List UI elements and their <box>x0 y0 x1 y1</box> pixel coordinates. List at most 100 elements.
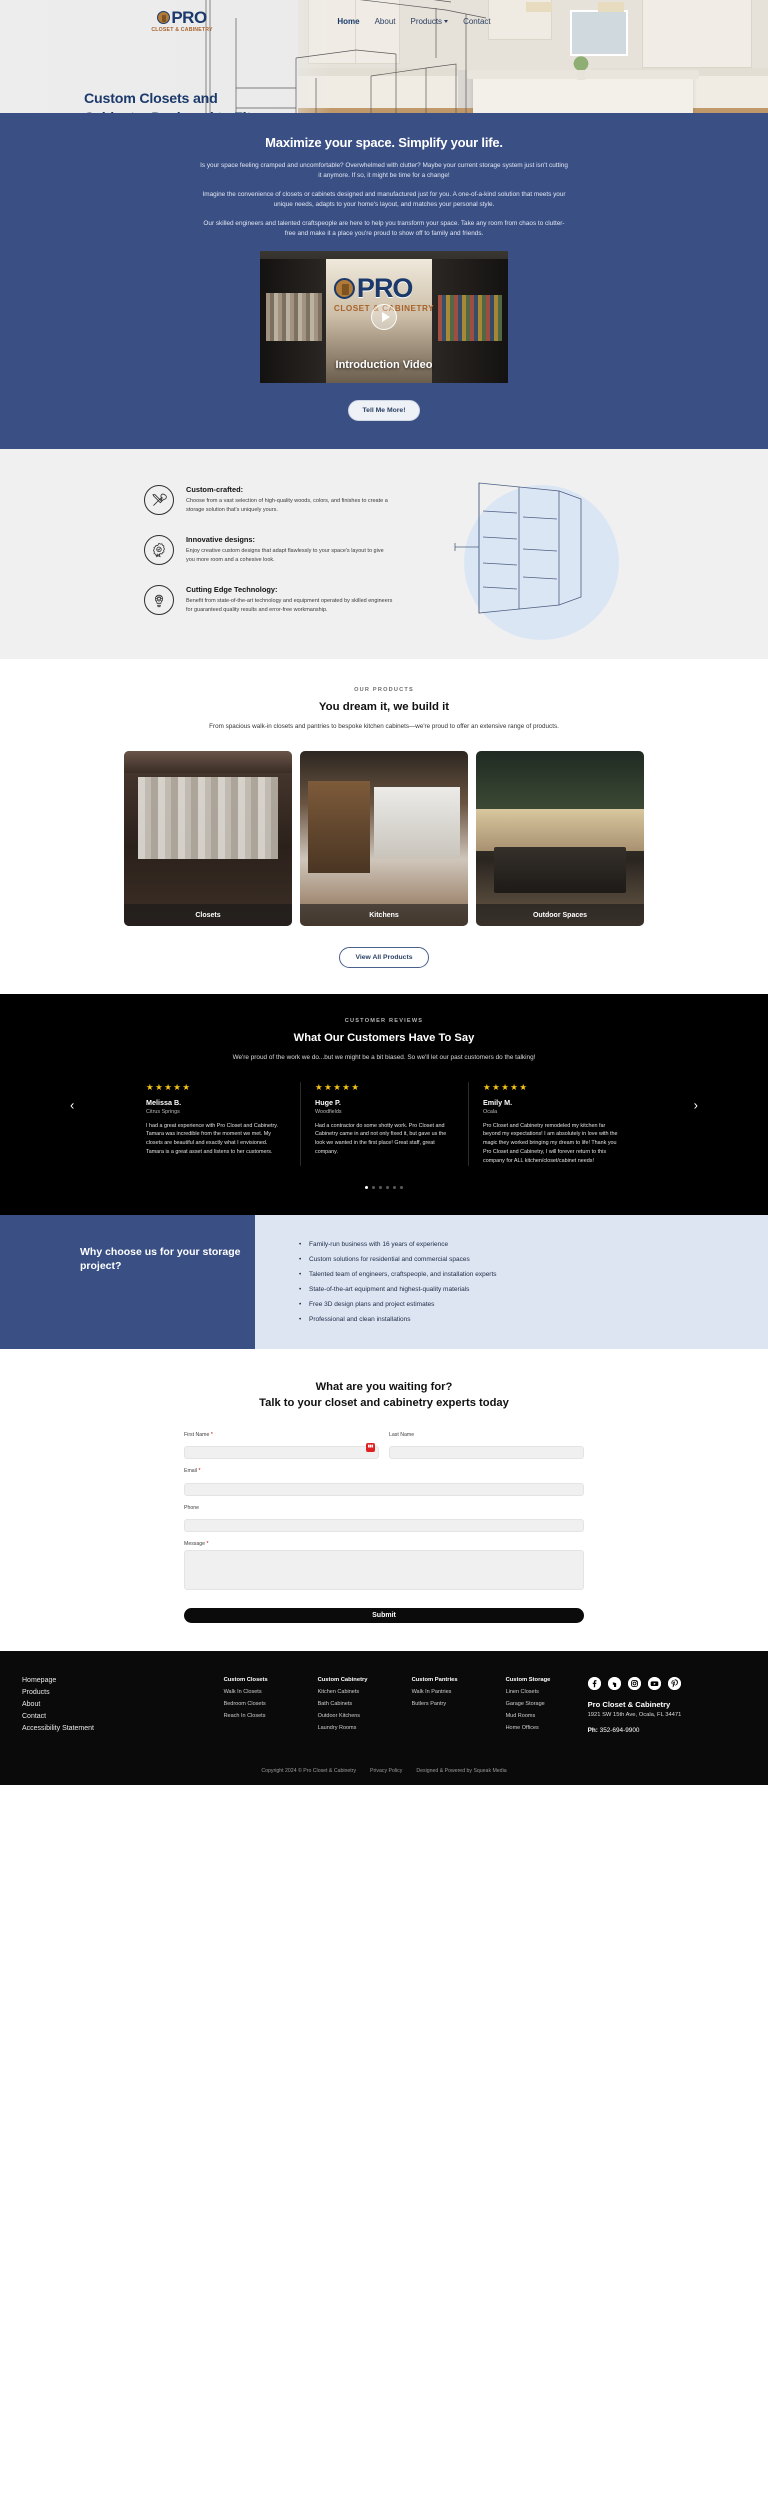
last-name-input[interactable] <box>389 1446 584 1460</box>
pinterest-icon[interactable] <box>667 1677 681 1691</box>
maximize-paragraph-2: Imagine the convenience of closets or ca… <box>202 190 566 209</box>
review-card: ★★★★★ Emily M. Ocala Pro Closet and Cabi… <box>468 1081 636 1167</box>
product-card-label: Kitchens <box>300 904 468 927</box>
reviews-heading: What Our Customers Have To Say <box>293 1032 475 1045</box>
nav-item-home[interactable]: Home <box>337 17 359 26</box>
footer-phone-number: 352-694-9900 <box>599 1727 640 1735</box>
reviews-subtext: We're proud of the work we do...but we m… <box>232 1054 536 1062</box>
footer-credit-link[interactable]: Designed & Powered by Squeak Media <box>416 1768 506 1774</box>
footer-columns: Custom Closets Walk In Closets Bedroom C… <box>224 1677 582 1737</box>
email-input[interactable] <box>184 1482 584 1496</box>
nav-item-products[interactable]: Products <box>410 17 449 26</box>
product-card-outdoor-spaces[interactable]: Outdoor Spaces <box>476 751 644 927</box>
footer-column-link[interactable]: Butlers Pantry <box>412 1701 488 1707</box>
product-card-label: Outdoor Spaces <box>476 904 644 927</box>
review-text: I had a great experience with Pro Closet… <box>146 1122 279 1156</box>
footer-link-contact[interactable]: Contact <box>22 1713 224 1720</box>
site-logo[interactable]: PRO CLOSET & CABINETRY <box>142 5 222 37</box>
feature-item: Innovative designs: Enjoy creative custo… <box>144 535 394 566</box>
hero-content: Custom Closets and Cabinetry Designed to… <box>0 42 260 113</box>
rating-stars: ★★★★★ <box>146 1081 192 1092</box>
footer-column-link[interactable]: Mud Rooms <box>506 1713 582 1719</box>
footer-link-products[interactable]: Products <box>22 1689 224 1696</box>
contact-form: First Name * ▮▮▮ Last Name Email * Phone <box>184 1432 584 1624</box>
footer-link-homepage[interactable]: Homepage <box>22 1677 224 1684</box>
social-links <box>587 1677 746 1691</box>
view-all-products-button[interactable]: View All Products <box>339 947 429 969</box>
reviewer-name: Emily M. <box>483 1097 513 1107</box>
footer-column-link[interactable]: Home Offices <box>506 1725 582 1731</box>
why-bullet: Professional and clean installations <box>299 1316 768 1323</box>
product-card-label: Closets <box>124 904 292 927</box>
reviewer-name: Huge P. <box>315 1097 341 1107</box>
footer-address: 1921 SW 15th Ave, Ocala, FL 34471 <box>587 1712 682 1719</box>
features-list: Custom-crafted: Choose from a vast selec… <box>104 479 394 616</box>
message-textarea[interactable] <box>184 1550 584 1591</box>
products-subtext: From spacious walk-in closets and pantri… <box>209 723 559 731</box>
why-heading-panel: Why choose us for your storage project? <box>0 1215 255 1350</box>
footer-privacy-policy-link[interactable]: Privacy Policy <box>370 1768 402 1774</box>
footer-column-link[interactable]: Garage Storage <box>506 1701 582 1707</box>
carousel-dot[interactable] <box>400 1186 403 1190</box>
chevron-down-icon <box>444 19 449 23</box>
nav-item-contact[interactable]: Contact <box>463 17 491 26</box>
nav-label-about: About <box>374 16 396 26</box>
feature-text: Choose from a vast selection of high-qua… <box>186 498 388 514</box>
footer-column-custom-pantries: Custom Pantries Walk In Pantries Butlers… <box>412 1677 488 1737</box>
footer-column-link[interactable]: Kitchen Cabinets <box>318 1689 394 1695</box>
reviewer-location: Ocala <box>483 1108 498 1115</box>
footer-link-accessibility[interactable]: Accessibility Statement <box>22 1725 224 1732</box>
chevron-right-icon[interactable]: › <box>694 1097 698 1112</box>
footer-column-link[interactable]: Bedroom Closets <box>224 1701 300 1707</box>
footer-column-title: Custom Pantries <box>411 1677 458 1684</box>
products-heading: You dream it, we build it <box>318 701 450 714</box>
footer-link-about[interactable]: About <box>22 1701 224 1708</box>
feature-title: Cutting Edge Technology: <box>186 585 278 595</box>
footer-column-link[interactable]: Reach In Closets <box>224 1713 300 1719</box>
footer-phone[interactable]: Ph: 352-694-9900 <box>588 1727 746 1734</box>
carousel-dot[interactable] <box>386 1186 389 1190</box>
intro-video-player[interactable]: PRO CLOSET & CABINETRY Introduction Vide… <box>260 251 508 384</box>
maximize-section: Maximize your space. Simplify your life.… <box>0 113 768 450</box>
carousel-dot[interactable] <box>372 1186 375 1190</box>
carousel-dot[interactable] <box>365 1186 368 1190</box>
footer-column-link[interactable]: Walk In Pantries <box>412 1689 488 1695</box>
footer-column-link[interactable]: Linen Closets <box>506 1689 582 1695</box>
video-title: Introduction Video <box>335 359 433 372</box>
footer-column-link[interactable]: Laundry Rooms <box>318 1725 394 1731</box>
why-bullet: Free 3D design plans and project estimat… <box>299 1301 768 1308</box>
footer-column-link[interactable]: Bath Cabinets <box>318 1701 394 1707</box>
play-button-icon[interactable] <box>371 304 397 331</box>
rating-stars: ★★★★★ <box>483 1081 529 1092</box>
footer-bottom-bar: Copyright 2024 © Pro Closet & Cabinetry … <box>0 1759 768 1785</box>
footer-column-title: Custom Cabinetry <box>317 1677 368 1684</box>
main-nav: Home About Products Contact <box>337 17 490 26</box>
footer-column-title: Custom Closets <box>223 1677 268 1684</box>
nav-label-home: Home <box>337 16 360 26</box>
tell-me-more-button[interactable]: Tell Me More! <box>347 400 421 422</box>
products-section: OUR PRODUCTS You dream it, we build it F… <box>0 659 768 995</box>
review-text: Had a contractor do some shotty work. Pr… <box>315 1122 447 1156</box>
facebook-icon[interactable] <box>587 1677 601 1691</box>
youtube-icon[interactable] <box>647 1677 661 1691</box>
phone-input[interactable] <box>184 1519 584 1533</box>
carousel-dot[interactable] <box>393 1186 396 1190</box>
submit-button[interactable]: Submit <box>184 1608 584 1624</box>
nav-item-about[interactable]: About <box>375 17 396 26</box>
product-card-kitchens[interactable]: Kitchens <box>300 751 468 927</box>
lock-badge-icon: ▮▮▮ <box>366 1442 375 1452</box>
phone-field-group: Phone <box>184 1505 584 1533</box>
footer-copyright: Copyright 2024 © Pro Closet & Cabinetry <box>261 1768 357 1775</box>
footer-phone-label: Ph: <box>587 1727 598 1735</box>
instagram-icon[interactable] <box>627 1677 641 1691</box>
chevron-left-icon[interactable]: ‹ <box>70 1097 74 1112</box>
why-choose-us-section: Why choose us for your storage project? … <box>0 1215 768 1350</box>
footer-column-link[interactable]: Outdoor Kitchens <box>318 1713 394 1719</box>
first-name-input[interactable] <box>184 1446 379 1460</box>
carousel-dot[interactable] <box>379 1186 382 1190</box>
houzz-icon[interactable] <box>607 1677 621 1691</box>
award-badge-icon <box>144 535 174 566</box>
product-card-closets[interactable]: Closets <box>124 751 292 927</box>
footer-column-link[interactable]: Walk In Closets <box>224 1689 300 1695</box>
why-bullet: Family-run business with 16 years of exp… <box>299 1241 768 1248</box>
